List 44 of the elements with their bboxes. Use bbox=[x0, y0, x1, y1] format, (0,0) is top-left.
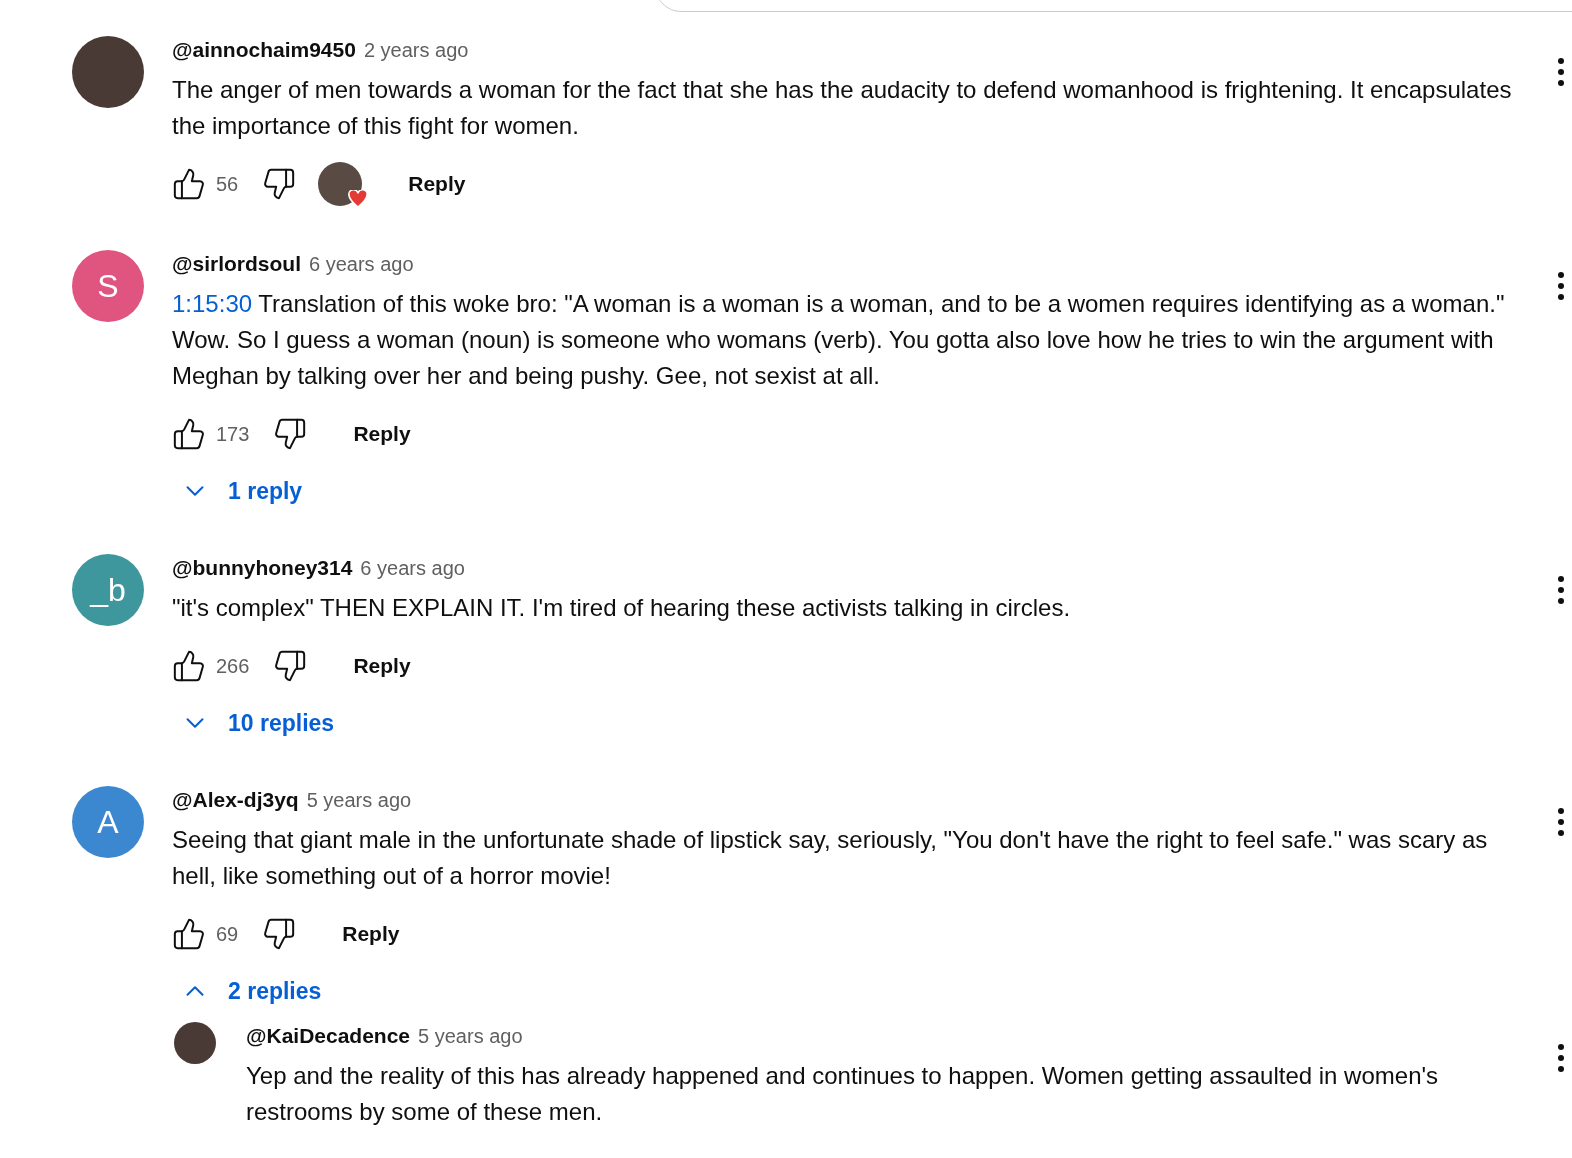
timestamp-link[interactable]: 1:15:30 bbox=[172, 290, 253, 317]
more-options-icon[interactable] bbox=[1558, 58, 1564, 86]
like-count: 173 bbox=[216, 422, 250, 446]
more-options-icon[interactable] bbox=[1558, 808, 1564, 836]
reply-button[interactable]: Reply bbox=[341, 414, 423, 454]
dislike-button[interactable] bbox=[273, 649, 308, 683]
user-avatar[interactable]: S bbox=[72, 250, 144, 322]
comment-time[interactable]: 2 years ago bbox=[363, 39, 469, 62]
like-count: 69 bbox=[216, 922, 239, 946]
comment-author[interactable]: @sirlordsoul bbox=[172, 252, 301, 276]
dislike-button[interactable] bbox=[262, 167, 297, 201]
comment-time[interactable]: 5 years ago bbox=[418, 1025, 523, 1048]
more-options-icon[interactable] bbox=[1558, 1044, 1564, 1072]
replies-toggle[interactable]: 1 reply bbox=[172, 472, 311, 510]
comment-time[interactable]: 6 years ago bbox=[309, 253, 414, 276]
comment-text: Yep and the reality of this has already happened and continues to happen. Women getting assaulted in women's restrooms by some of these men. bbox=[246, 1061, 1440, 1127]
like-count: 56 bbox=[216, 172, 239, 196]
like-button[interactable] bbox=[172, 417, 206, 451]
dislike-button[interactable] bbox=[273, 417, 308, 451]
like-button[interactable] bbox=[172, 917, 206, 951]
like-button[interactable] bbox=[172, 167, 206, 201]
user-avatar[interactable]: A bbox=[72, 786, 144, 858]
comment-text: The anger of men towards a woman for the fact that she has the audacity to defend womanhood is frightening. It encapsulates the importance of this fight for women. bbox=[172, 75, 1513, 141]
like-button[interactable] bbox=[172, 649, 206, 683]
reply-button[interactable]: Reply bbox=[330, 914, 412, 954]
comment-text: "it's complex" THEN EXPLAIN IT. I'm tired of hearing these activists talking in circles. bbox=[172, 593, 1072, 623]
more-options-icon[interactable] bbox=[1558, 576, 1564, 604]
comment-time[interactable]: 6 years ago bbox=[360, 557, 465, 580]
reply-button[interactable]: Reply bbox=[396, 164, 478, 204]
comment-author[interactable]: @Alex-dj3yq bbox=[172, 788, 299, 812]
comment-text: Seeing that giant male in the unfortunate shade of lipstick say, seriously, "You don't have the right to feel safe." was scary as hell, like something out of a horror movie! bbox=[172, 825, 1489, 891]
comment-author[interactable]: @bunnyhoney314 bbox=[172, 556, 353, 580]
reply-button[interactable]: Reply bbox=[341, 646, 423, 686]
like-count: 266 bbox=[216, 654, 250, 678]
comment-author[interactable]: @ainnochaim9450 bbox=[172, 38, 356, 62]
replies-toggle[interactable]: 10 replies bbox=[172, 704, 343, 742]
comment-text: 1:15:30 Translation of this woke bro: "A woman is a woman is a woman, and to be a women requires identifying as a woman." Wow. So I guess a woman (noun) is someone who womans (verb). You gotta also love how he tries to win the argument with Meghan by talking over her and being pushy. Gee, not sexist at all. bbox=[172, 289, 1506, 391]
comment-author[interactable]: @KaiDecadence bbox=[246, 1024, 411, 1048]
more-options-icon[interactable] bbox=[1558, 272, 1564, 300]
dislike-button[interactable] bbox=[262, 917, 297, 951]
comment-time[interactable]: 5 years ago bbox=[306, 789, 412, 812]
user-avatar[interactable]: _b bbox=[72, 554, 144, 626]
avatar-photo-placeholder[interactable] bbox=[174, 1022, 216, 1064]
replies-toggle[interactable]: 2 replies bbox=[172, 972, 330, 1010]
